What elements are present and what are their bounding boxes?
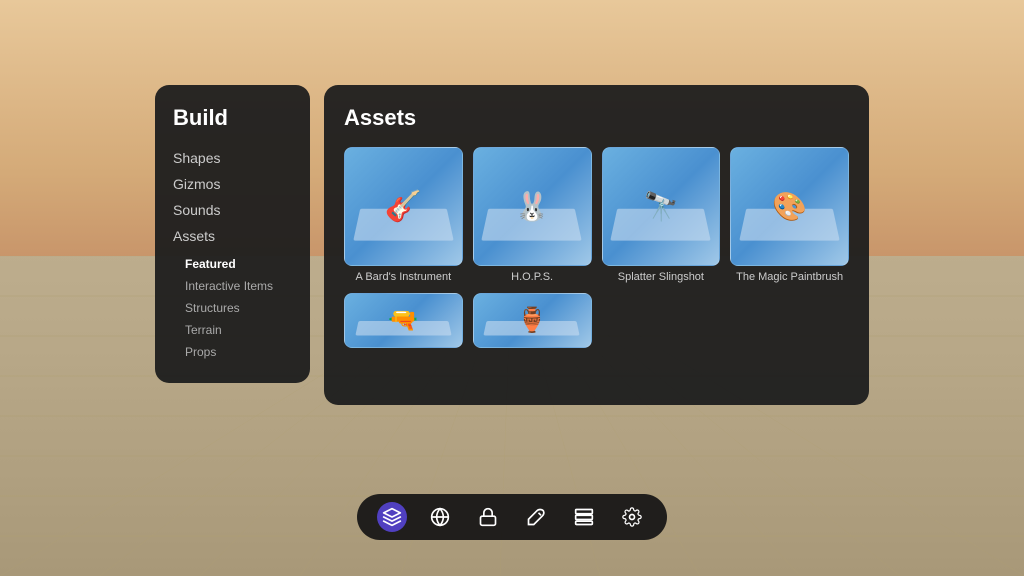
toolbar-btn-settings[interactable] bbox=[617, 502, 647, 532]
asset-name-bards-instrument: A Bard's Instrument bbox=[344, 271, 463, 283]
submenu-structures[interactable]: Structures bbox=[185, 297, 292, 319]
asset-card-hops[interactable]: 🐰 H.O.P.S. bbox=[473, 147, 592, 283]
asset-card-item2[interactable]: 🏺 bbox=[473, 293, 592, 348]
asset-card-gun[interactable]: 🔫 bbox=[344, 293, 463, 348]
asset-name-splatter: Splatter Slingshot bbox=[602, 271, 721, 283]
assets-submenu: Featured Interactive Items Structures Te… bbox=[173, 253, 292, 363]
sidebar-item-gizmos[interactable]: Gizmos bbox=[173, 171, 292, 197]
assets-grid-row2: 🔫 🏺 bbox=[344, 293, 849, 348]
ui-container: Build Shapes Gizmos Sounds Assets Featur… bbox=[155, 85, 869, 405]
asset-thumbnail-magic-paintbrush: 🎨 bbox=[730, 147, 849, 266]
toolbar-btn-cube[interactable] bbox=[377, 502, 407, 532]
assets-grid-row1: 🎸 A Bard's Instrument 🐰 H.O.P.S. 🔭 Splat… bbox=[344, 147, 849, 283]
asset-thumbnail-splatter: 🔭 bbox=[602, 147, 721, 266]
submenu-featured[interactable]: Featured bbox=[185, 253, 292, 275]
asset-thumbnail-item2: 🏺 bbox=[473, 293, 592, 348]
toolbar-btn-lock[interactable] bbox=[473, 502, 503, 532]
toolbar-btn-globe[interactable] bbox=[425, 502, 455, 532]
asset-card-splatter[interactable]: 🔭 Splatter Slingshot bbox=[602, 147, 721, 283]
assets-panel: Assets 🎸 A Bard's Instrument 🐰 H.O.P.S. bbox=[324, 85, 869, 405]
sidebar-item-sounds[interactable]: Sounds bbox=[173, 197, 292, 223]
sidebar-item-shapes[interactable]: Shapes bbox=[173, 145, 292, 171]
asset-name-hops: H.O.P.S. bbox=[473, 271, 592, 283]
asset-thumbnail-bards-instrument: 🎸 bbox=[344, 147, 463, 266]
asset-name-magic-paintbrush: The Magic Paintbrush bbox=[730, 271, 849, 283]
asset-card-bards-instrument[interactable]: 🎸 A Bard's Instrument bbox=[344, 147, 463, 283]
toolbar-btn-brush[interactable] bbox=[521, 502, 551, 532]
build-title: Build bbox=[173, 105, 292, 131]
submenu-terrain[interactable]: Terrain bbox=[185, 319, 292, 341]
assets-title: Assets bbox=[344, 105, 849, 131]
asset-thumbnail-hops: 🐰 bbox=[473, 147, 592, 266]
submenu-interactive-items[interactable]: Interactive Items bbox=[185, 275, 292, 297]
sidebar-item-assets[interactable]: Assets bbox=[173, 223, 292, 249]
toolbar-btn-list[interactable] bbox=[569, 502, 599, 532]
build-panel: Build Shapes Gizmos Sounds Assets Featur… bbox=[155, 85, 310, 383]
submenu-props[interactable]: Props bbox=[185, 341, 292, 363]
bottom-toolbar bbox=[357, 494, 667, 540]
asset-thumbnail-gun: 🔫 bbox=[344, 293, 463, 348]
asset-card-magic-paintbrush[interactable]: 🎨 The Magic Paintbrush bbox=[730, 147, 849, 283]
